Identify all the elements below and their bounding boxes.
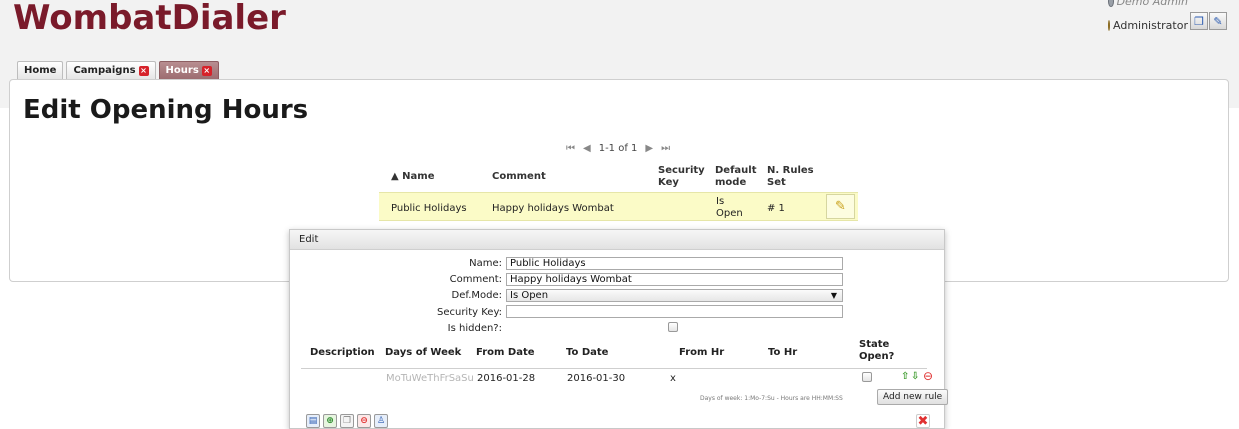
close-tab-icon[interactable]: × — [138, 66, 149, 76]
edit-row-button[interactable]: ✎ — [826, 194, 855, 219]
tab-bar: Home Campaigns × Hours × — [17, 61, 219, 80]
pencil-icon: ✎ — [1213, 14, 1223, 28]
rules-header-to-hr: To Hr — [768, 347, 798, 358]
move-up-icon[interactable]: ⇧ — [901, 371, 909, 383]
last-page-icon[interactable]: ⏭ — [661, 143, 670, 154]
security-key-field[interactable] — [506, 305, 843, 318]
add-new-rule-button[interactable]: Add new rule — [877, 389, 949, 405]
user-button[interactable]: ♙ — [374, 414, 388, 428]
rule-from-hr[interactable]: x — [670, 373, 676, 385]
rule-state-open-checkbox[interactable] — [862, 372, 872, 382]
close-icon: ✖ — [917, 413, 929, 429]
pager-text: 1-1 of 1 — [598, 143, 638, 154]
rules-header-description: Description — [310, 347, 375, 358]
page-title: Edit Opening Hours — [23, 95, 309, 125]
mode-select-value: Is Open — [510, 290, 549, 301]
tab-home[interactable]: Home — [17, 61, 64, 80]
name-field[interactable]: Public Holidays — [506, 257, 843, 270]
rule-to-date[interactable]: 2016-01-30 — [567, 373, 625, 385]
user-area: Demo Admin Administrator — [1108, 0, 1188, 33]
move-down-icon[interactable]: ⇩ — [911, 371, 919, 383]
copy-button[interactable]: ❐ — [340, 414, 354, 428]
chevron-down-icon: ▼ — [830, 291, 837, 300]
rules-header-state-open: State Open? — [859, 339, 895, 362]
pencil-button[interactable]: ✎ — [1209, 12, 1227, 30]
comment-label: Comment: — [449, 274, 502, 285]
pager: ⏮ ◀ 1-1 of 1 ▶ ⏭ — [566, 143, 670, 154]
delete-rule-icon[interactable]: ⊖ — [923, 370, 933, 382]
col-header-comment[interactable]: Comment — [492, 171, 546, 183]
first-page-icon[interactable]: ⏮ — [566, 143, 575, 154]
rules-header-to-date: To Date — [566, 347, 609, 358]
prev-page-icon[interactable]: ◀ — [583, 143, 591, 154]
col-header-name[interactable]: ▲ Name — [391, 171, 435, 183]
tab-hours[interactable]: Hours × — [158, 61, 219, 80]
name-label: Name: — [469, 258, 502, 269]
tab-home-label: Home — [24, 65, 57, 76]
rules-separator — [301, 368, 927, 369]
row-name: Public Holidays — [391, 203, 467, 214]
hidden-checkbox[interactable] — [668, 322, 678, 332]
delete-button[interactable]: ⊖ — [357, 414, 371, 428]
dialog-title: Edit — [290, 230, 944, 250]
admin-role-icon — [1108, 20, 1110, 31]
user-name[interactable]: Demo Admin — [1117, 0, 1188, 9]
days-hint: Days of week: 1:Mo-7:Su - Hours are HH:M… — [700, 395, 843, 402]
close-tab-icon[interactable]: × — [201, 66, 212, 76]
mode-select[interactable]: Is Open ▼ — [506, 289, 843, 302]
row-rules: # 1 — [767, 203, 785, 214]
window-edit-icon: ❐ — [1194, 14, 1204, 28]
hidden-label: Is hidden?: — [447, 323, 502, 334]
col-header-default-mode[interactable]: Default mode — [715, 165, 760, 189]
close-dialog-button[interactable]: ✖ — [916, 413, 930, 429]
tab-hours-label: Hours — [165, 65, 199, 76]
comment-field[interactable]: Happy holidays Wombat — [506, 273, 843, 286]
rules-header-from-hr: From Hr — [679, 347, 725, 358]
user-role-row: Administrator — [1108, 18, 1188, 33]
app-logo: WombatDialer — [13, 0, 286, 38]
col-header-rules-set[interactable]: N. Rules Set — [767, 165, 817, 189]
edit-dialog: Edit Name: Public Holidays Comment: Happ… — [289, 229, 949, 429]
security-key-label: Security Key: — [436, 307, 502, 318]
save-button[interactable]: ▤ — [306, 414, 320, 428]
col-header-security-key[interactable]: Security Key — [658, 165, 706, 189]
rule-days[interactable]: MoTuWeThFrSaSu — [386, 373, 474, 385]
window-edit-button[interactable]: ❐ — [1190, 12, 1208, 30]
mode-label: Def.Mode: — [451, 290, 502, 301]
rules-header-from-date: From Date — [476, 347, 535, 358]
tab-campaigns[interactable]: Campaigns × — [66, 61, 156, 80]
tab-campaigns-label: Campaigns — [73, 65, 136, 76]
rule-from-date[interactable]: 2016-01-28 — [477, 373, 535, 385]
pencil-icon: ✎ — [835, 199, 846, 214]
row-comment: Happy holidays Wombat — [492, 203, 614, 214]
row-default-mode: Is Open — [716, 196, 743, 219]
user-icon — [1108, 0, 1114, 7]
rules-header-days: Days of Week — [385, 347, 462, 358]
add-button[interactable]: ⊕ — [323, 414, 337, 428]
next-page-icon[interactable]: ▶ — [645, 143, 653, 154]
user-name-row: Demo Admin — [1108, 0, 1188, 9]
user-role: Administrator — [1113, 19, 1188, 32]
